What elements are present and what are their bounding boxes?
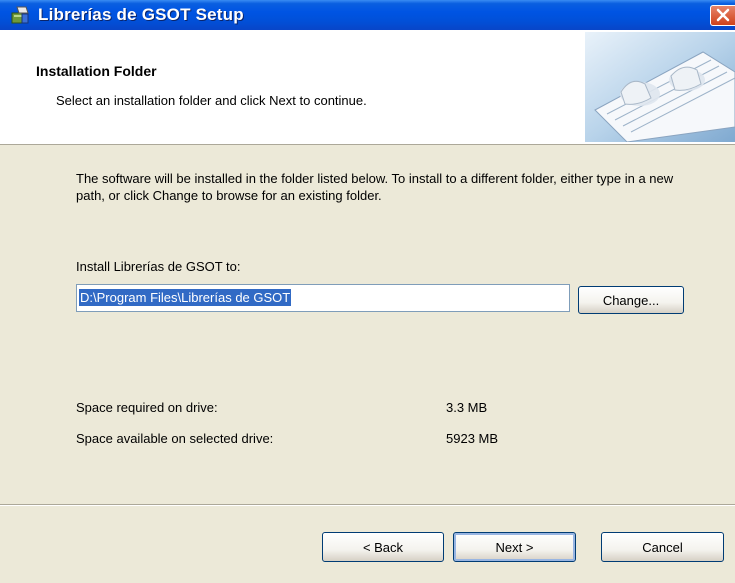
installer-icon xyxy=(11,6,29,24)
footer-separator xyxy=(0,504,735,506)
install-path-input[interactable]: D:\Program Files\Librerías de GSOT xyxy=(76,284,570,312)
header-banner: Installation Folder Select an installati… xyxy=(0,30,735,145)
space-required-label: Space required on drive: xyxy=(76,400,218,415)
next-button[interactable]: Next > xyxy=(453,532,576,562)
install-path-value: D:\Program Files\Librerías de GSOT xyxy=(79,289,292,306)
window-title: Librerías de GSOT Setup xyxy=(38,5,244,24)
close-icon xyxy=(716,8,730,22)
instructions-text: The software will be installed in the fo… xyxy=(76,171,674,203)
keyboard-banner-image xyxy=(585,32,735,142)
install-path-label: Install Librerías de GSOT to: xyxy=(76,259,241,274)
back-button[interactable]: < Back xyxy=(322,532,444,562)
space-available-value: 5923 MB xyxy=(446,431,499,446)
cancel-button[interactable]: Cancel xyxy=(601,532,724,562)
space-required-value: 3.3 MB xyxy=(446,400,488,415)
page-title: Installation Folder xyxy=(36,63,157,79)
space-available-label: Space available on selected drive: xyxy=(76,431,274,446)
page-subtitle: Select an installation folder and click … xyxy=(56,93,367,108)
setup-window: Librerías de GSOT Setup Installation Fol… xyxy=(0,0,735,583)
change-button[interactable]: Change... xyxy=(578,286,684,314)
title-bar[interactable]: Librerías de GSOT Setup xyxy=(0,0,735,30)
close-button[interactable] xyxy=(710,5,735,26)
